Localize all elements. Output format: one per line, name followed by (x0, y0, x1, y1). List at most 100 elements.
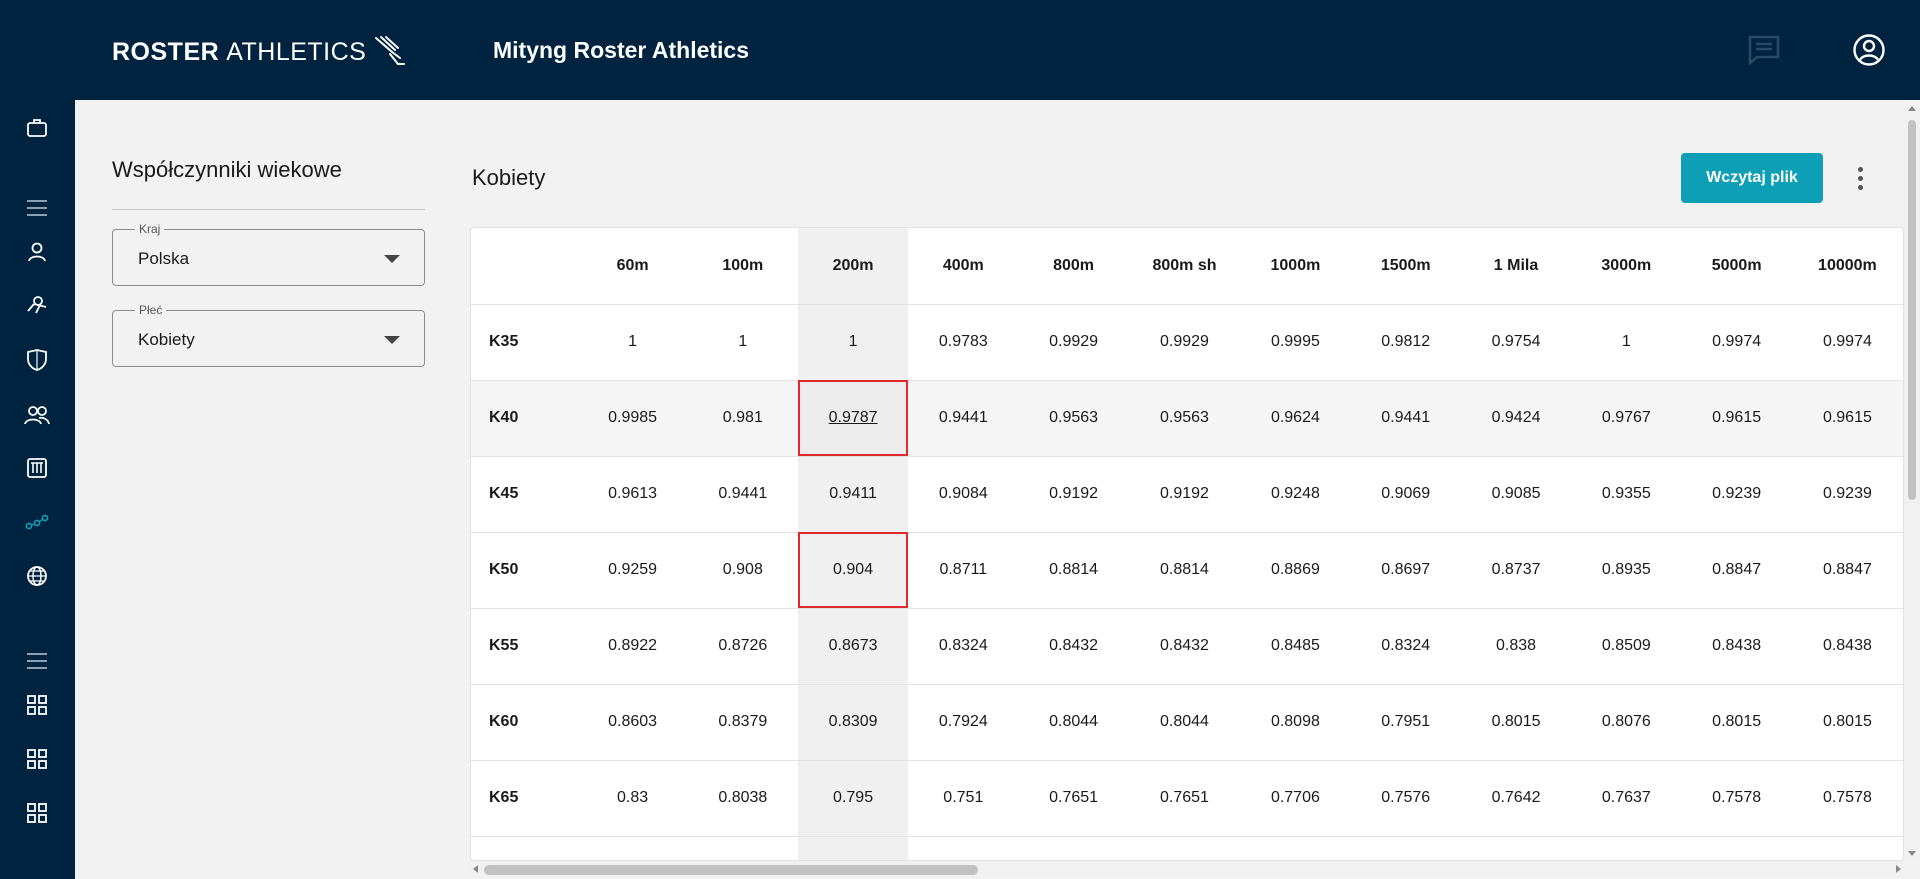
factor-cell[interactable]: 0.9929 (1018, 304, 1129, 381)
account-icon[interactable] (1849, 30, 1889, 70)
menu-icon[interactable] (22, 193, 52, 223)
factor-cell[interactable]: 0.7637 (1571, 760, 1682, 837)
factor-cell[interactable]: 0.8935 (1571, 532, 1682, 609)
scroll-up-arrow-icon[interactable] (1908, 106, 1916, 111)
briefcase-icon[interactable] (22, 113, 52, 143)
menu-icon[interactable] (22, 646, 52, 676)
factor-cell[interactable]: 0.9563 (1018, 380, 1129, 457)
scroll-down-arrow-icon[interactable] (1908, 851, 1916, 856)
chat-icon[interactable] (1744, 30, 1784, 70)
factor-cell[interactable]: 0.908 (687, 532, 798, 609)
factor-cell[interactable] (1571, 836, 1682, 860)
grid-icon[interactable] (22, 690, 52, 720)
factor-cell[interactable]: 0.7578 (1791, 760, 1903, 837)
load-file-button[interactable]: Wczytaj plik (1681, 153, 1823, 203)
scoreboard-icon[interactable] (22, 453, 52, 483)
factor-cell[interactable]: 1 (687, 304, 798, 381)
gender-select[interactable]: Płeć Kobiety (112, 303, 425, 367)
factor-cell[interactable]: 0.9441 (908, 380, 1019, 457)
factor-cell[interactable]: 0.9355 (1571, 456, 1682, 533)
factor-cell[interactable] (908, 836, 1019, 860)
factor-cell[interactable]: 0.8847 (1791, 532, 1903, 609)
column-header[interactable]: 5000m (1681, 228, 1792, 305)
factor-cell[interactable]: 1 (797, 304, 909, 381)
factor-cell[interactable] (1460, 836, 1572, 860)
factor-cell[interactable]: 0.9624 (1240, 380, 1351, 457)
athlete-icon[interactable] (22, 289, 52, 319)
grid-icon[interactable] (22, 744, 52, 774)
factor-cell[interactable]: 0.7706 (1240, 760, 1351, 837)
factor-cell[interactable]: 0.9985 (577, 380, 688, 457)
factor-cell[interactable]: 0.7578 (1681, 760, 1792, 837)
person-icon[interactable] (22, 237, 52, 267)
factor-cell[interactable]: 0.9239 (1681, 456, 1792, 533)
people-icon[interactable] (22, 400, 52, 430)
factor-cell[interactable]: 0.7576 (1350, 760, 1461, 837)
brand-logo[interactable]: ROSTER ATHLETICS (112, 34, 406, 71)
vertical-scroll-thumb[interactable] (1908, 120, 1916, 500)
scroll-left-arrow-icon[interactable] (473, 865, 478, 873)
factor-cell[interactable]: 0.9084 (908, 456, 1019, 533)
factor-cell[interactable]: 0.8509 (1571, 608, 1682, 685)
factor-cell[interactable]: 0.9929 (1128, 304, 1241, 381)
factor-cell[interactable] (1681, 836, 1792, 860)
factor-cell[interactable]: 0.8015 (1681, 684, 1792, 761)
factor-cell[interactable]: 0.9239 (1791, 456, 1903, 533)
factor-cell[interactable]: 0.9424 (1460, 380, 1572, 457)
factor-cell[interactable]: 0.8814 (1018, 532, 1129, 609)
factor-cell[interactable]: 0.9783 (908, 304, 1019, 381)
more-vert-icon[interactable] (1848, 160, 1872, 196)
factor-cell[interactable]: 0.8438 (1681, 608, 1792, 685)
factor-cell[interactable]: 0.9615 (1791, 380, 1903, 457)
factor-cell[interactable]: 0.8726 (687, 608, 798, 685)
factor-cell[interactable]: 0.8324 (908, 608, 1019, 685)
factor-cell[interactable]: 0.9974 (1791, 304, 1903, 381)
vertical-scrollbar[interactable] (1904, 102, 1920, 860)
factor-cell[interactable]: 0.8432 (1018, 608, 1129, 685)
factor-cell[interactable]: 0.8922 (577, 608, 688, 685)
factor-cell[interactable]: 0.8044 (1128, 684, 1241, 761)
column-header[interactable]: 1500m (1350, 228, 1461, 305)
factor-cell[interactable]: 0.8324 (1350, 608, 1461, 685)
column-header[interactable]: 800m sh (1128, 228, 1241, 305)
column-header[interactable]: 60m (577, 228, 688, 305)
factor-cell[interactable]: 0.7924 (908, 684, 1019, 761)
factor-cell[interactable]: 0.7951 (1350, 684, 1461, 761)
factor-cell[interactable]: 0.751 (908, 760, 1019, 837)
factor-cell[interactable]: 0.8379 (687, 684, 798, 761)
factor-cell[interactable]: 0.8076 (1571, 684, 1682, 761)
factor-cell[interactable]: 0.9259 (577, 532, 688, 609)
factor-cell[interactable] (1018, 836, 1129, 860)
column-header[interactable]: 3000m (1571, 228, 1682, 305)
factor-cell[interactable]: 0.8038 (687, 760, 798, 837)
factor-cell[interactable]: 0.838 (1460, 608, 1572, 685)
factor-cell[interactable]: 0.9995 (1240, 304, 1351, 381)
factor-cell[interactable]: 0.9441 (1350, 380, 1461, 457)
scroll-right-arrow-icon[interactable] (1896, 865, 1901, 873)
factor-cell[interactable] (1128, 836, 1241, 860)
factor-cell[interactable]: 0.9754 (1460, 304, 1572, 381)
factor-cell[interactable]: 0.9974 (1681, 304, 1792, 381)
globe-icon[interactable] (22, 561, 52, 591)
factor-cell[interactable]: 0.9441 (687, 456, 798, 533)
factor-cell[interactable]: 0.8697 (1350, 532, 1461, 609)
country-select[interactable]: Kraj Polska (112, 222, 425, 286)
age-factors-icon[interactable] (22, 507, 52, 537)
factor-cell[interactable]: 0.8711 (908, 532, 1019, 609)
factor-cell[interactable]: 0.795 (797, 760, 909, 837)
factor-cell[interactable]: 0.8869 (1240, 532, 1351, 609)
factor-cell[interactable]: 0.7651 (1018, 760, 1129, 837)
factor-cell[interactable]: 0.9563 (1128, 380, 1241, 457)
factor-cell[interactable] (1350, 836, 1461, 860)
factor-cell[interactable]: 0.9192 (1128, 456, 1241, 533)
factor-cell[interactable]: 0.8098 (1240, 684, 1351, 761)
factor-cell[interactable]: 0.8432 (1128, 608, 1241, 685)
column-header[interactable]: 10000m (1791, 228, 1903, 305)
column-header[interactable]: 800m (1018, 228, 1129, 305)
horizontal-scrollbar[interactable] (470, 861, 1904, 877)
factor-cell[interactable]: 0.7651 (1128, 760, 1241, 837)
shield-icon[interactable] (22, 345, 52, 375)
column-header[interactable]: 1 Mila (1460, 228, 1572, 305)
factor-cell[interactable]: 1 (577, 304, 688, 381)
factor-cell[interactable]: 0.8673 (797, 608, 909, 685)
